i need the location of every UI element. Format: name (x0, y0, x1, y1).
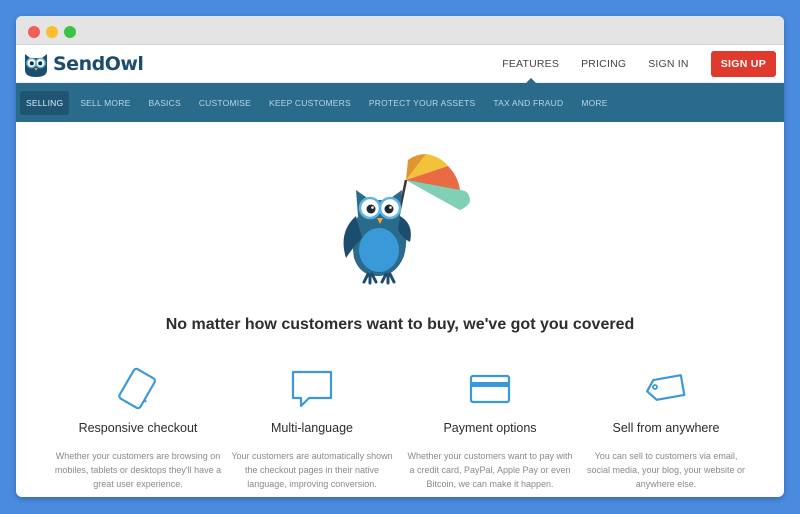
window-titlebar (16, 16, 784, 45)
nav-features-link[interactable]: FEATURES (502, 58, 559, 83)
top-navigation: FEATURES PRICING SIGN IN SIGN UP (502, 45, 784, 83)
subnav-keep-customers[interactable]: KEEP CUSTOMERS (269, 98, 351, 108)
feature-description: Whether your customers want to pay with … (407, 451, 573, 489)
owl-logo-icon (25, 54, 47, 77)
speech-bubble-icon (291, 370, 333, 408)
brand-name: SendOwl (53, 53, 144, 75)
features-subnav: SELLING SELL MORE BASICS CUSTOMISE KEEP … (16, 83, 784, 122)
feature-title: Payment options (443, 421, 537, 435)
subnav-customise[interactable]: CUSTOMISE (199, 98, 251, 108)
browser-window: SendOwl FEATURES PRICING SIGN IN SIGN UP… (16, 16, 784, 497)
subnav-tax-and-fraud[interactable]: TAX AND FRAUD (493, 98, 563, 108)
feature-payment-options: Payment options Whether your customers w… (400, 366, 580, 491)
subnav-protect-your-assets[interactable]: PROTECT YOUR ASSETS (369, 98, 475, 108)
feature-responsive-checkout: Responsive checkout Whether your custome… (48, 366, 228, 491)
nav-pricing-link[interactable]: PRICING (581, 58, 626, 70)
subnav-basics[interactable]: BASICS (148, 98, 180, 108)
maximize-window-button[interactable] (64, 26, 76, 38)
feature-title: Multi-language (271, 421, 353, 435)
feature-description: You can sell to customers via email, soc… (586, 451, 746, 489)
price-tag-icon (646, 374, 686, 401)
subnav-more[interactable]: MORE (581, 98, 607, 108)
brand-logo[interactable]: SendOwl (22, 50, 144, 78)
feature-sell-from-anywhere: Sell from anywhere You can sell to custo… (576, 366, 756, 491)
hero-headline: No matter how customers want to buy, we'… (165, 316, 635, 333)
close-window-button[interactable] (28, 26, 40, 38)
feature-title: Responsive checkout (78, 421, 198, 435)
feature-description: Your customers are automatically shown t… (231, 451, 393, 489)
credit-card-icon (469, 374, 511, 404)
subnav-selling[interactable]: SELLING (20, 90, 70, 115)
minimize-window-button[interactable] (46, 26, 58, 38)
hero-section (16, 122, 784, 322)
owl-with-umbrella-illustration (343, 154, 470, 285)
signup-button[interactable]: SIGN UP (710, 51, 776, 77)
tablet-icon (118, 367, 157, 410)
nav-signin-link[interactable]: SIGN IN (648, 58, 689, 70)
site-header: SendOwl FEATURES PRICING SIGN IN SIGN UP (16, 45, 784, 83)
feature-multi-language: Multi-language Your customers are automa… (222, 366, 402, 491)
feature-title: Sell from anywhere (612, 421, 720, 435)
feature-description: Whether your customers are browsing on m… (54, 451, 222, 489)
subnav-sell-more[interactable]: SELL MORE (80, 98, 130, 108)
